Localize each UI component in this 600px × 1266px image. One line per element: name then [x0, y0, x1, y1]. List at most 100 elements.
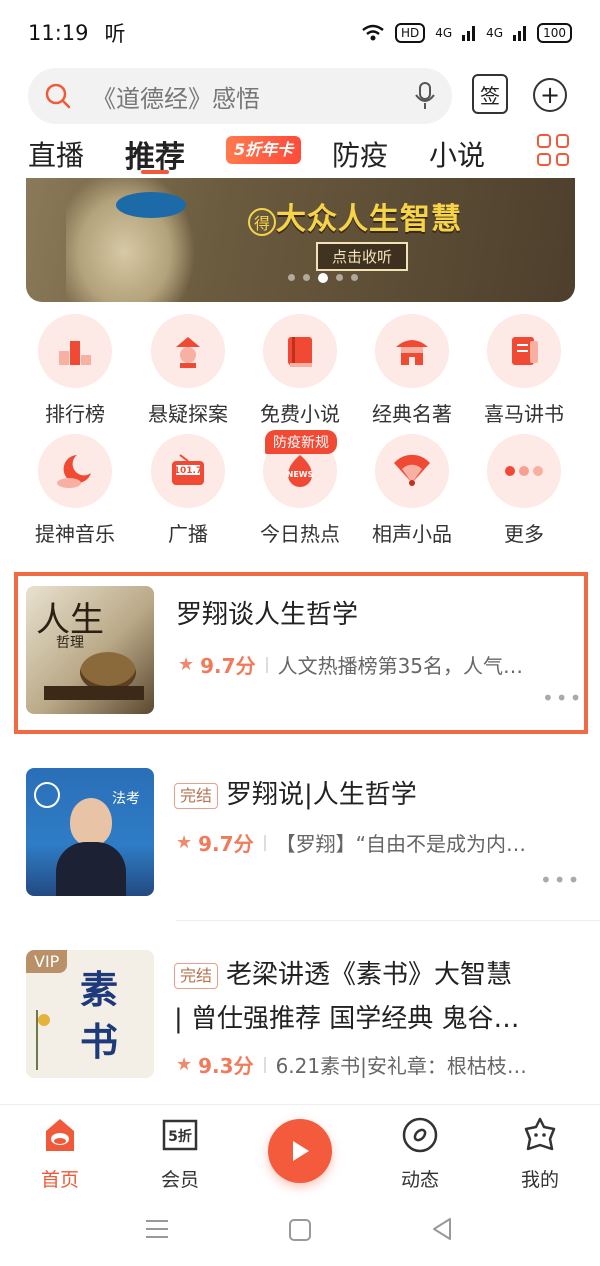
category-label: 排行榜	[45, 402, 105, 426]
bottom-navigation: 首页 5折 会员 动态 我的	[0, 1104, 600, 1200]
radio-icon: 101.7	[151, 434, 225, 508]
category-radio[interactable]: 101.7 广播	[133, 434, 243, 547]
check-in-button[interactable]: 签	[472, 74, 508, 114]
category-mystery[interactable]: 悬疑探案	[133, 314, 243, 427]
item-title-line-2: | 曾仕强推荐 国学经典 鬼谷…	[174, 1004, 520, 1034]
category-label: 相声小品	[372, 522, 452, 546]
album-cover: 法考	[26, 768, 154, 896]
cover-subtext: 哲理	[56, 635, 84, 651]
item-title-row: 完结 老梁讲透《素书》大智慧	[174, 954, 512, 991]
flower-bloom	[38, 1014, 50, 1026]
banner-figure-collar	[116, 192, 186, 218]
menu-icon[interactable]	[144, 1218, 170, 1240]
category-grid-icon[interactable]	[537, 134, 569, 166]
tab-annual-card-promo[interactable]: 5折年卡	[226, 136, 302, 164]
ranking-icon	[38, 314, 112, 388]
meta-separator	[265, 656, 268, 673]
nav-home[interactable]: 首页	[20, 1115, 100, 1192]
cover-text: 素书	[80, 967, 119, 1064]
nav-label: 会员	[160, 1169, 199, 1191]
status-time: 11:19	[28, 21, 89, 45]
item-score: 9.3分	[198, 1054, 254, 1078]
nav-feed[interactable]: 动态	[380, 1115, 460, 1192]
add-button[interactable]: +	[533, 78, 567, 112]
book-icon	[263, 314, 337, 388]
system-navigation-bar	[0, 1200, 600, 1266]
signal-2-icon: 4G	[486, 26, 504, 40]
search-row: 《道德经》感悟 签 +	[0, 66, 600, 126]
category-free-novel[interactable]: 免费小说	[245, 314, 355, 427]
nav-label: 我的	[520, 1169, 559, 1191]
category-label: 今日热点	[260, 522, 340, 546]
meta-separator	[263, 1056, 266, 1073]
promo-banner[interactable]: 得 大众人生智慧 点击收听	[26, 178, 575, 302]
back-icon[interactable]	[430, 1216, 454, 1242]
play-button[interactable]	[268, 1119, 332, 1183]
notebook-icon	[487, 314, 561, 388]
more-icon	[487, 434, 561, 508]
category-hot-news[interactable]: 防疫新规 NEWS 今日热点	[245, 430, 355, 547]
vip-badge: VIP	[26, 950, 68, 973]
category-label: 免费小说	[260, 402, 340, 426]
completed-tag: 完结	[174, 962, 219, 989]
tab-novel[interactable]: 小说	[429, 134, 485, 174]
signal-bars-icon	[462, 26, 476, 41]
microphone-icon[interactable]	[414, 81, 436, 111]
tab-epidemic[interactable]: 防疫	[332, 134, 388, 174]
banner-dot	[351, 274, 358, 281]
category-music[interactable]: 提神音乐	[20, 434, 130, 547]
search-icon	[45, 83, 71, 109]
banner-dot	[303, 274, 310, 281]
category-classics[interactable]: 经典名著	[357, 314, 467, 427]
more-options-icon[interactable]: •••	[540, 868, 581, 892]
search-input[interactable]: 《道德经》感悟	[28, 68, 452, 124]
signal-1-icon: 4G	[435, 26, 453, 40]
nav-label: 动态	[400, 1169, 439, 1191]
more-options-icon[interactable]: •••	[542, 686, 583, 710]
star-icon: ★	[176, 1054, 193, 1075]
banner-dot-active	[318, 273, 328, 283]
star-icon: ★	[176, 832, 193, 853]
tea-tray-illustration	[44, 686, 144, 700]
category-label: 提神音乐	[35, 522, 115, 546]
album-cover: VIP 素书	[26, 950, 154, 1078]
category-ranking[interactable]: 排行榜	[20, 314, 130, 427]
category-more[interactable]: 更多	[469, 434, 579, 547]
category-new-tag: 防疫新规	[265, 430, 337, 454]
banner-listen-button[interactable]: 点击收听	[316, 242, 409, 271]
banner-title: 大众人生智慧	[276, 202, 462, 237]
item-description: 6.21素书|安礼章：根枯枝…	[275, 1054, 527, 1078]
banner-dot	[288, 274, 295, 281]
presenter-suit	[56, 842, 126, 896]
presenter-face	[70, 798, 112, 846]
feed-item-highlighted[interactable]: 人生 哲理 罗翔谈人生哲学 ★ 9.7分 人文热播榜第35名，人气… •••	[14, 572, 588, 734]
news-icon-text: NEWS	[287, 470, 314, 479]
meta-separator	[263, 834, 266, 851]
radio-frequency: 101.7	[174, 466, 202, 476]
vip-icon-text: 5折	[168, 1128, 192, 1145]
item-title: 罗翔说|人生哲学	[226, 780, 417, 810]
feed-item[interactable]: VIP 素书 完结 老梁讲透《素书》大智慧 | 曾仕强推荐 国学经典 鬼谷… ★ …	[0, 936, 600, 1104]
feed-item[interactable]: 法考 完结 罗翔说|人生哲学 ★ 9.7分 【罗翔】“自由不是成为内… •••	[0, 756, 600, 916]
nav-vip[interactable]: 5折 会员	[140, 1115, 220, 1192]
nav-label: 首页	[40, 1169, 79, 1191]
tab-live[interactable]: 直播	[28, 134, 84, 174]
category-label: 喜马讲书	[484, 402, 564, 426]
banner-pagination	[288, 273, 358, 283]
category-book-talk[interactable]: 喜马讲书	[469, 314, 579, 427]
category-label: 广播	[168, 522, 208, 546]
home-icon	[40, 1115, 80, 1155]
category-label: 悬疑探案	[148, 402, 228, 426]
item-score: 9.7分	[198, 832, 254, 856]
item-title: 老梁讲透《素书》大智慧	[226, 960, 513, 990]
home-square-icon[interactable]	[288, 1218, 312, 1242]
item-description: 人文热播榜第35名，人气…	[277, 654, 524, 678]
item-meta: ★ 9.3分 6.21素书|安礼章：根枯枝…	[176, 1050, 527, 1079]
vip-icon: 5折	[160, 1115, 200, 1155]
category-comedy[interactable]: 相声小品	[357, 434, 467, 547]
temple-icon	[375, 314, 449, 388]
profile-icon	[520, 1115, 560, 1155]
nav-profile[interactable]: 我的	[500, 1115, 580, 1192]
wifi-icon	[362, 24, 384, 41]
plus-icon: +	[539, 81, 561, 109]
